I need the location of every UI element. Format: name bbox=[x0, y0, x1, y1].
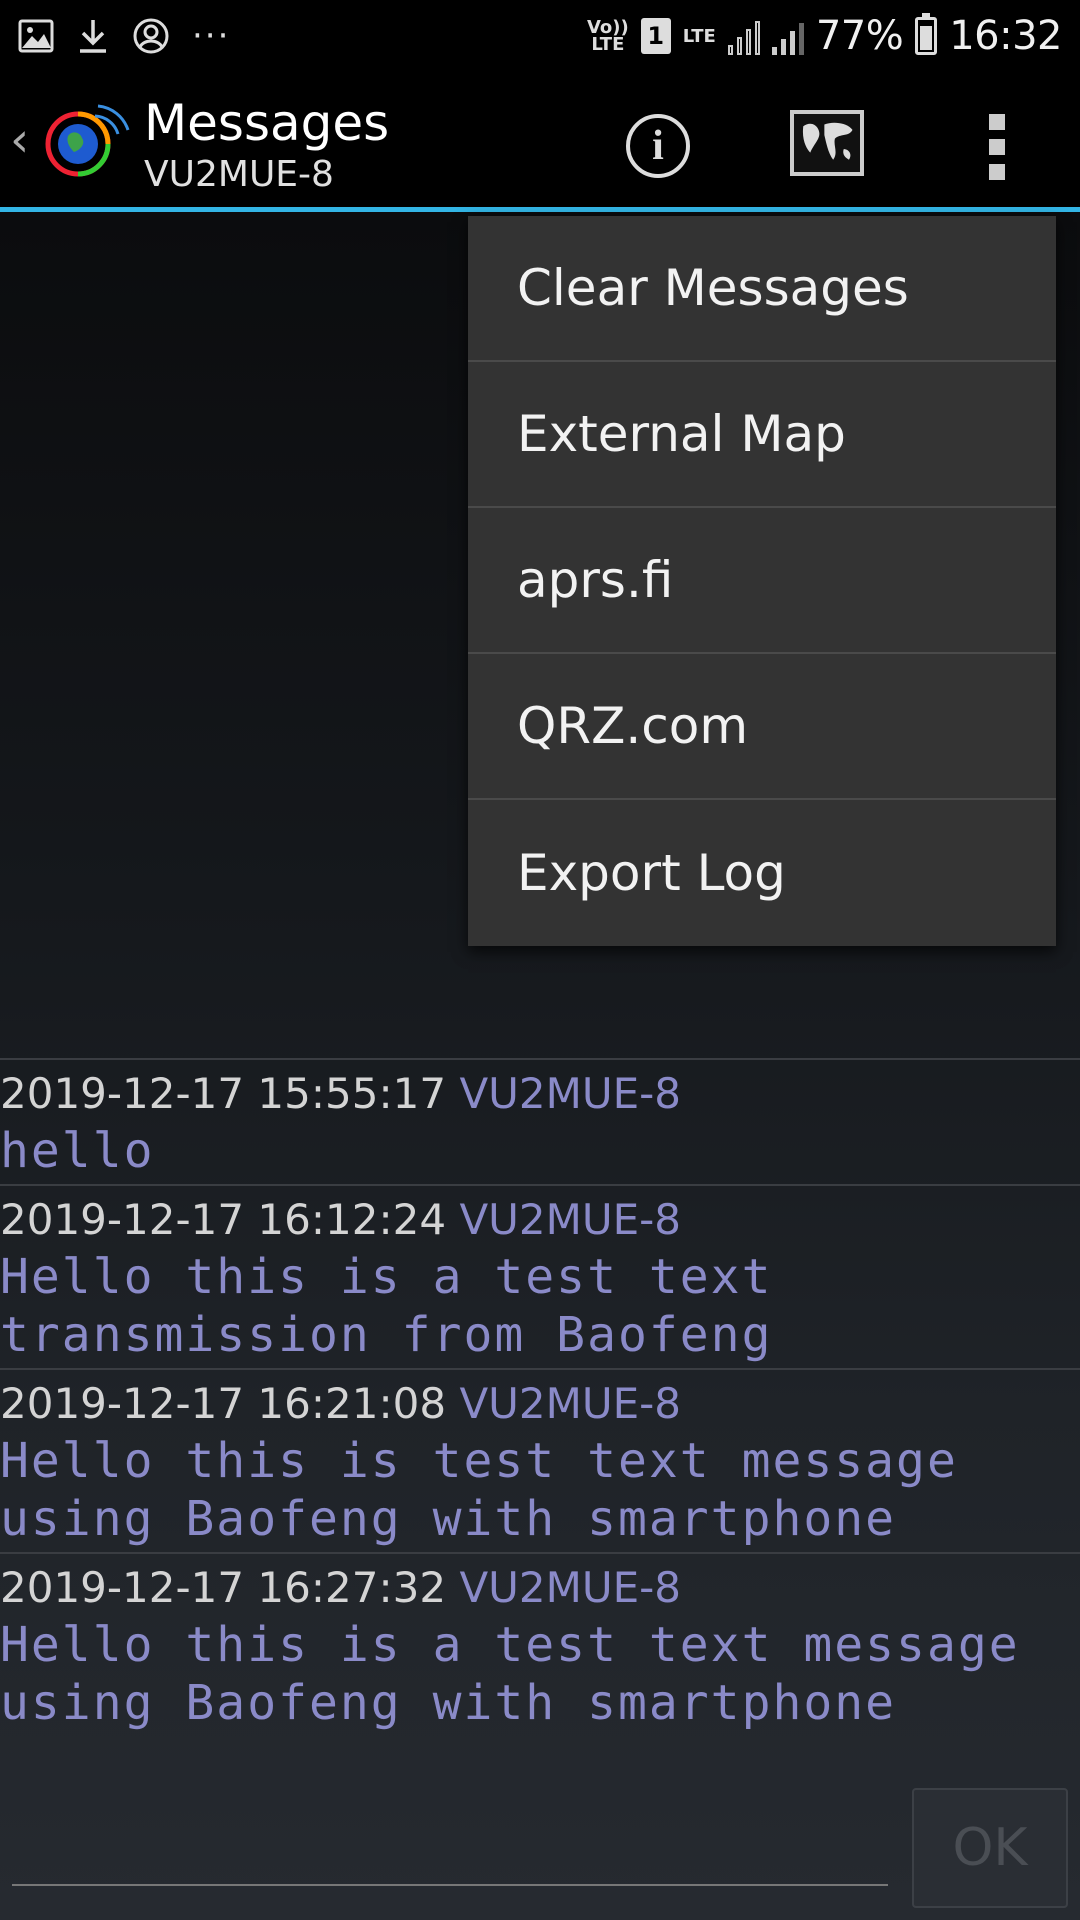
menu-item-clear-messages[interactable]: Clear Messages bbox=[468, 216, 1056, 362]
message-sender: VU2MUE-8 bbox=[459, 1563, 682, 1612]
message-body: Hello this is test text message using Ba… bbox=[0, 1433, 958, 1547]
status-bar-right: Vo)) LTE 1 LTE 77% 16:32 bbox=[587, 13, 1062, 59]
download-icon bbox=[80, 20, 106, 53]
message-body: Hello this is a test text message using … bbox=[0, 1617, 1020, 1731]
message-timestamp: 2019-12-17 16:21:08 bbox=[0, 1379, 447, 1428]
map-icon[interactable] bbox=[790, 110, 864, 176]
gallery-icon bbox=[18, 19, 54, 53]
clock: 16:32 bbox=[949, 13, 1062, 59]
message-timestamp: 2019-12-17 15:55:17 bbox=[0, 1069, 447, 1118]
menu-item-external-map[interactable]: External Map bbox=[468, 362, 1056, 508]
message-timestamp: 2019-12-17 16:27:32 bbox=[0, 1563, 447, 1612]
page-subtitle: VU2MUE-8 bbox=[144, 154, 334, 195]
battery-percentage: 77% bbox=[815, 13, 904, 59]
signal-strength-icon bbox=[727, 17, 760, 55]
message-item: 2019-12-17 15:55:17 VU2MUE-8 hello bbox=[0, 1058, 1080, 1184]
app-logo-icon[interactable] bbox=[40, 96, 130, 186]
action-bar: ‹ Messages VU2MUE-8 i bbox=[0, 72, 1080, 212]
info-icon[interactable]: i bbox=[626, 114, 690, 178]
menu-item-qrz[interactable]: QRZ.com bbox=[468, 654, 1056, 800]
page-title: Messages bbox=[144, 94, 390, 152]
message-timestamp: 2019-12-17 16:12:24 bbox=[0, 1195, 447, 1244]
message-item: 2019-12-17 16:12:24 VU2MUE-8 Hello this … bbox=[0, 1184, 1080, 1368]
lte-indicator: LTE bbox=[682, 25, 716, 47]
message-input[interactable] bbox=[12, 1884, 888, 1886]
ok-button[interactable]: OK bbox=[912, 1788, 1068, 1908]
more-notifications-icon: ··· bbox=[192, 16, 231, 56]
battery-icon bbox=[915, 13, 938, 55]
message-list: 2019-12-17 15:55:17 VU2MUE-8 hello 2019-… bbox=[0, 1058, 1080, 1736]
account-circle-icon bbox=[133, 18, 169, 54]
back-caret-icon[interactable]: ‹ bbox=[10, 112, 29, 168]
menu-item-aprs-fi[interactable]: aprs.fi bbox=[468, 508, 1056, 654]
overflow-menu: Clear Messages External Map aprs.fi QRZ.… bbox=[468, 216, 1056, 946]
status-bar-left: ··· bbox=[18, 16, 230, 56]
volte-indicator: Vo)) LTE bbox=[586, 17, 629, 55]
signal-strength-icon-2 bbox=[771, 17, 804, 55]
menu-item-export-log[interactable]: Export Log bbox=[468, 800, 1056, 946]
message-item: 2019-12-17 16:21:08 VU2MUE-8 Hello this … bbox=[0, 1368, 1080, 1552]
sim-indicator: 1 bbox=[640, 18, 671, 54]
status-bar: ··· Vo)) LTE 1 LTE 77% 16:32 bbox=[0, 0, 1080, 72]
message-sender: VU2MUE-8 bbox=[459, 1069, 682, 1118]
message-body: hello bbox=[0, 1123, 155, 1179]
message-sender: VU2MUE-8 bbox=[459, 1195, 682, 1244]
message-body: Hello this is a test text transmission f… bbox=[0, 1249, 773, 1363]
message-sender: VU2MUE-8 bbox=[459, 1379, 682, 1428]
overflow-menu-icon[interactable] bbox=[982, 114, 1012, 180]
message-item: 2019-12-17 16:27:32 VU2MUE-8 Hello this … bbox=[0, 1552, 1080, 1736]
